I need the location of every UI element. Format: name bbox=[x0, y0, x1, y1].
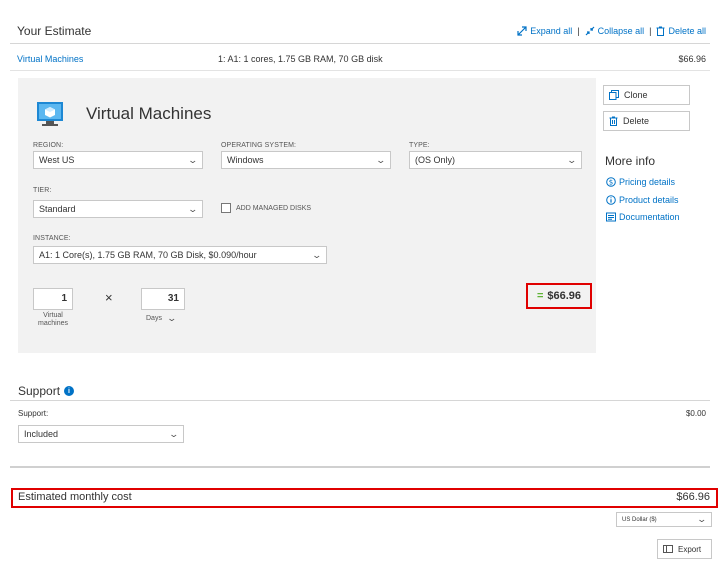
svg-text:$: $ bbox=[609, 179, 613, 187]
expand-all-link[interactable]: Expand all bbox=[517, 26, 572, 36]
chevron-down-icon: ⌄ bbox=[696, 514, 708, 524]
delete-button[interactable]: Delete bbox=[603, 111, 690, 131]
managed-disks-label: ADD MANAGED DISKS bbox=[236, 204, 312, 212]
separator: | bbox=[649, 26, 652, 36]
divider bbox=[10, 70, 710, 71]
instance-select[interactable]: A1: 1 Core(s), 1.75 GB RAM, 70 GB Disk, … bbox=[33, 246, 327, 264]
vm-subtotal: = $66.96 bbox=[526, 283, 592, 309]
info-icon bbox=[606, 195, 616, 205]
currency-value: US Dollar ($) bbox=[622, 516, 657, 523]
instance-label: INSTANCE: bbox=[33, 235, 71, 242]
type-label: TYPE: bbox=[409, 142, 430, 149]
collapse-all-link[interactable]: Collapse all bbox=[585, 26, 645, 36]
chevron-down-icon: ⌄ bbox=[187, 203, 199, 214]
tier-value: Standard bbox=[39, 204, 76, 214]
equals-sign: = bbox=[536, 290, 544, 302]
clone-button[interactable]: Clone bbox=[603, 85, 690, 105]
delete-all-link[interactable]: Delete all bbox=[656, 26, 706, 36]
managed-disks-option[interactable]: ADD MANAGED DISKS bbox=[221, 203, 311, 213]
estimated-cost-total: $66.96 bbox=[676, 491, 710, 503]
type-select[interactable]: (OS Only) ⌄ bbox=[409, 151, 582, 169]
delete-all-label: Delete all bbox=[668, 26, 706, 36]
support-section-title: Support i bbox=[18, 384, 75, 398]
chevron-down-icon: ⌄ bbox=[166, 313, 178, 323]
os-value: Windows bbox=[227, 155, 264, 165]
expand-all-label: Expand all bbox=[530, 26, 573, 36]
managed-disks-checkbox[interactable] bbox=[221, 203, 231, 213]
region-select[interactable]: West US ⌄ bbox=[33, 151, 203, 169]
divider bbox=[10, 466, 710, 468]
caption-line: Virtual bbox=[43, 312, 63, 319]
chevron-down-icon: ⌄ bbox=[311, 249, 323, 260]
vm-row-description: 1: A1: 1 cores, 1.75 GB RAM, 70 GB disk bbox=[218, 54, 383, 64]
region-label: REGION: bbox=[33, 142, 64, 149]
collapse-icon bbox=[585, 26, 595, 36]
support-price: $0.00 bbox=[685, 409, 706, 418]
region-value: West US bbox=[39, 155, 75, 165]
type-value: (OS Only) bbox=[415, 155, 456, 165]
tier-label: TIER: bbox=[33, 187, 52, 194]
vm-quantity-input[interactable]: 1 bbox=[33, 288, 73, 310]
pricing-icon: $ bbox=[606, 177, 616, 187]
tier-select[interactable]: Standard ⌄ bbox=[33, 200, 203, 218]
pricing-details-label: Pricing details bbox=[619, 177, 676, 187]
header-actions: Expand all | Collapse all | Delete all bbox=[517, 26, 706, 36]
vm-panel-title: Virtual Machines bbox=[86, 104, 212, 123]
chevron-down-icon: ⌄ bbox=[168, 428, 180, 439]
documentation-link[interactable]: Documentation bbox=[606, 212, 680, 222]
days-input[interactable]: 31 bbox=[141, 288, 185, 310]
estimate-title: Your Estimate bbox=[17, 24, 92, 38]
support-select[interactable]: Included ⌄ bbox=[18, 425, 184, 443]
divider bbox=[10, 43, 710, 44]
clone-label: Clone bbox=[624, 90, 648, 100]
export-icon bbox=[663, 545, 673, 553]
expand-icon bbox=[517, 26, 527, 36]
support-label: Support: bbox=[18, 409, 49, 418]
documentation-label: Documentation bbox=[619, 212, 680, 222]
multiply-sign: × bbox=[105, 290, 113, 305]
more-info-title: More info bbox=[605, 154, 656, 168]
chevron-down-icon: ⌄ bbox=[566, 154, 578, 165]
caption-line: machines bbox=[38, 320, 68, 327]
estimated-cost-label: Estimated monthly cost bbox=[18, 491, 132, 503]
os-select[interactable]: Windows ⌄ bbox=[221, 151, 391, 169]
delete-icon bbox=[656, 26, 665, 36]
delete-label: Delete bbox=[623, 116, 650, 126]
collapse-all-label: Collapse all bbox=[597, 26, 645, 36]
pricing-details-link[interactable]: $ Pricing details bbox=[606, 177, 675, 187]
export-label: Export bbox=[678, 544, 702, 554]
currency-select[interactable]: US Dollar ($) ⌄ bbox=[616, 512, 712, 527]
days-unit-value: Days bbox=[146, 315, 162, 322]
instance-value: A1: 1 Core(s), 1.75 GB RAM, 70 GB Disk, … bbox=[39, 250, 257, 260]
support-title: Support bbox=[18, 384, 61, 398]
virtual-machine-icon bbox=[37, 102, 63, 126]
os-label: OPERATING SYSTEM: bbox=[221, 142, 297, 149]
vm-quantity-caption: Virtual machines bbox=[33, 312, 73, 328]
chevron-down-icon: ⌄ bbox=[375, 154, 387, 165]
divider bbox=[10, 400, 710, 401]
vm-subtotal-value: $66.96 bbox=[547, 290, 582, 302]
documentation-icon bbox=[606, 212, 616, 222]
product-details-link[interactable]: Product details bbox=[606, 195, 679, 205]
clone-icon bbox=[609, 90, 619, 100]
days-unit-select[interactable]: Days ⌄ bbox=[146, 313, 178, 324]
vm-row-name[interactable]: Virtual Machines bbox=[17, 54, 83, 64]
product-details-label: Product details bbox=[619, 195, 679, 205]
separator: | bbox=[577, 26, 580, 36]
vm-row-price: $66.96 bbox=[678, 54, 706, 64]
info-icon[interactable]: i bbox=[64, 386, 75, 396]
chevron-down-icon: ⌄ bbox=[187, 154, 199, 165]
export-button[interactable]: Export bbox=[657, 539, 712, 559]
support-value: Included bbox=[24, 429, 59, 439]
trash-icon bbox=[609, 116, 618, 126]
